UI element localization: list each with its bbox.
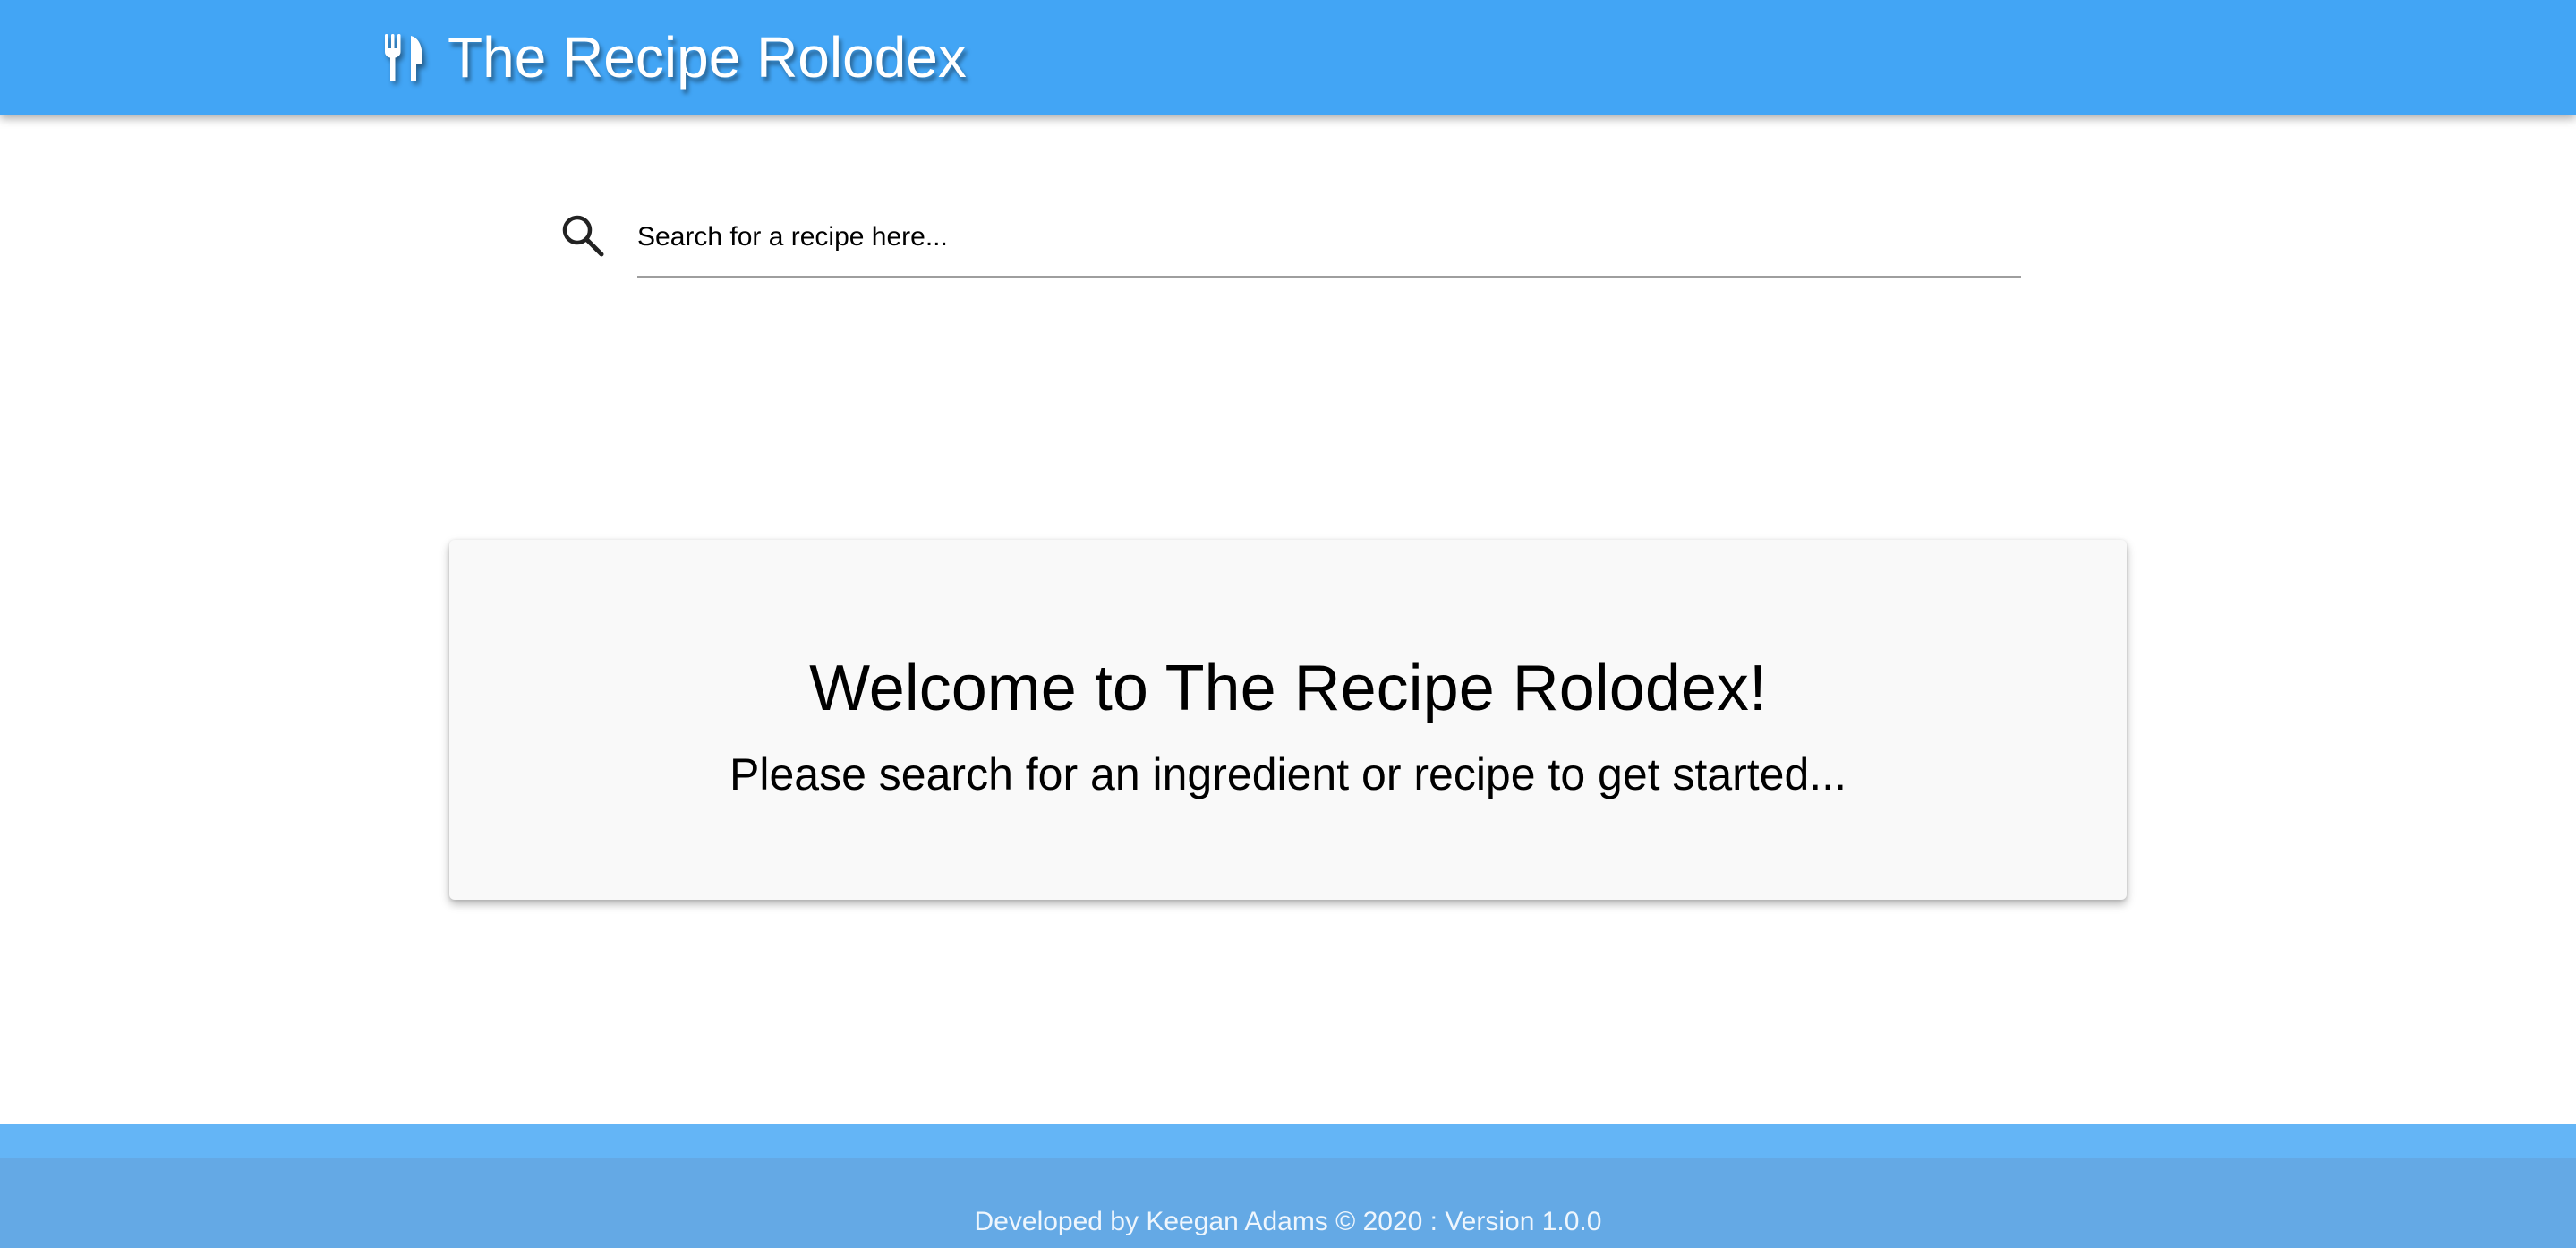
fork-knife-icon <box>383 32 426 82</box>
search-icon <box>560 213 605 258</box>
footer: Developed by Keegan Adams © 2020 : Versi… <box>0 1124 2576 1248</box>
welcome-title: Welcome to The Recipe Rolodex! <box>809 653 1767 724</box>
search-input[interactable] <box>637 199 2021 278</box>
footer-copyright: Developed by Keegan Adams © 2020 : Versi… <box>974 1207 1602 1236</box>
app-bar: The Recipe Rolodex <box>0 0 2576 115</box>
brand-logo-link[interactable]: The Recipe Rolodex <box>383 16 967 98</box>
welcome-card: Welcome to The Recipe Rolodex! Please se… <box>449 540 2127 900</box>
search-bar <box>560 199 2021 279</box>
welcome-subtitle: Please search for an ingredient or recip… <box>729 749 1847 799</box>
app-title: The Recipe Rolodex <box>448 25 967 90</box>
